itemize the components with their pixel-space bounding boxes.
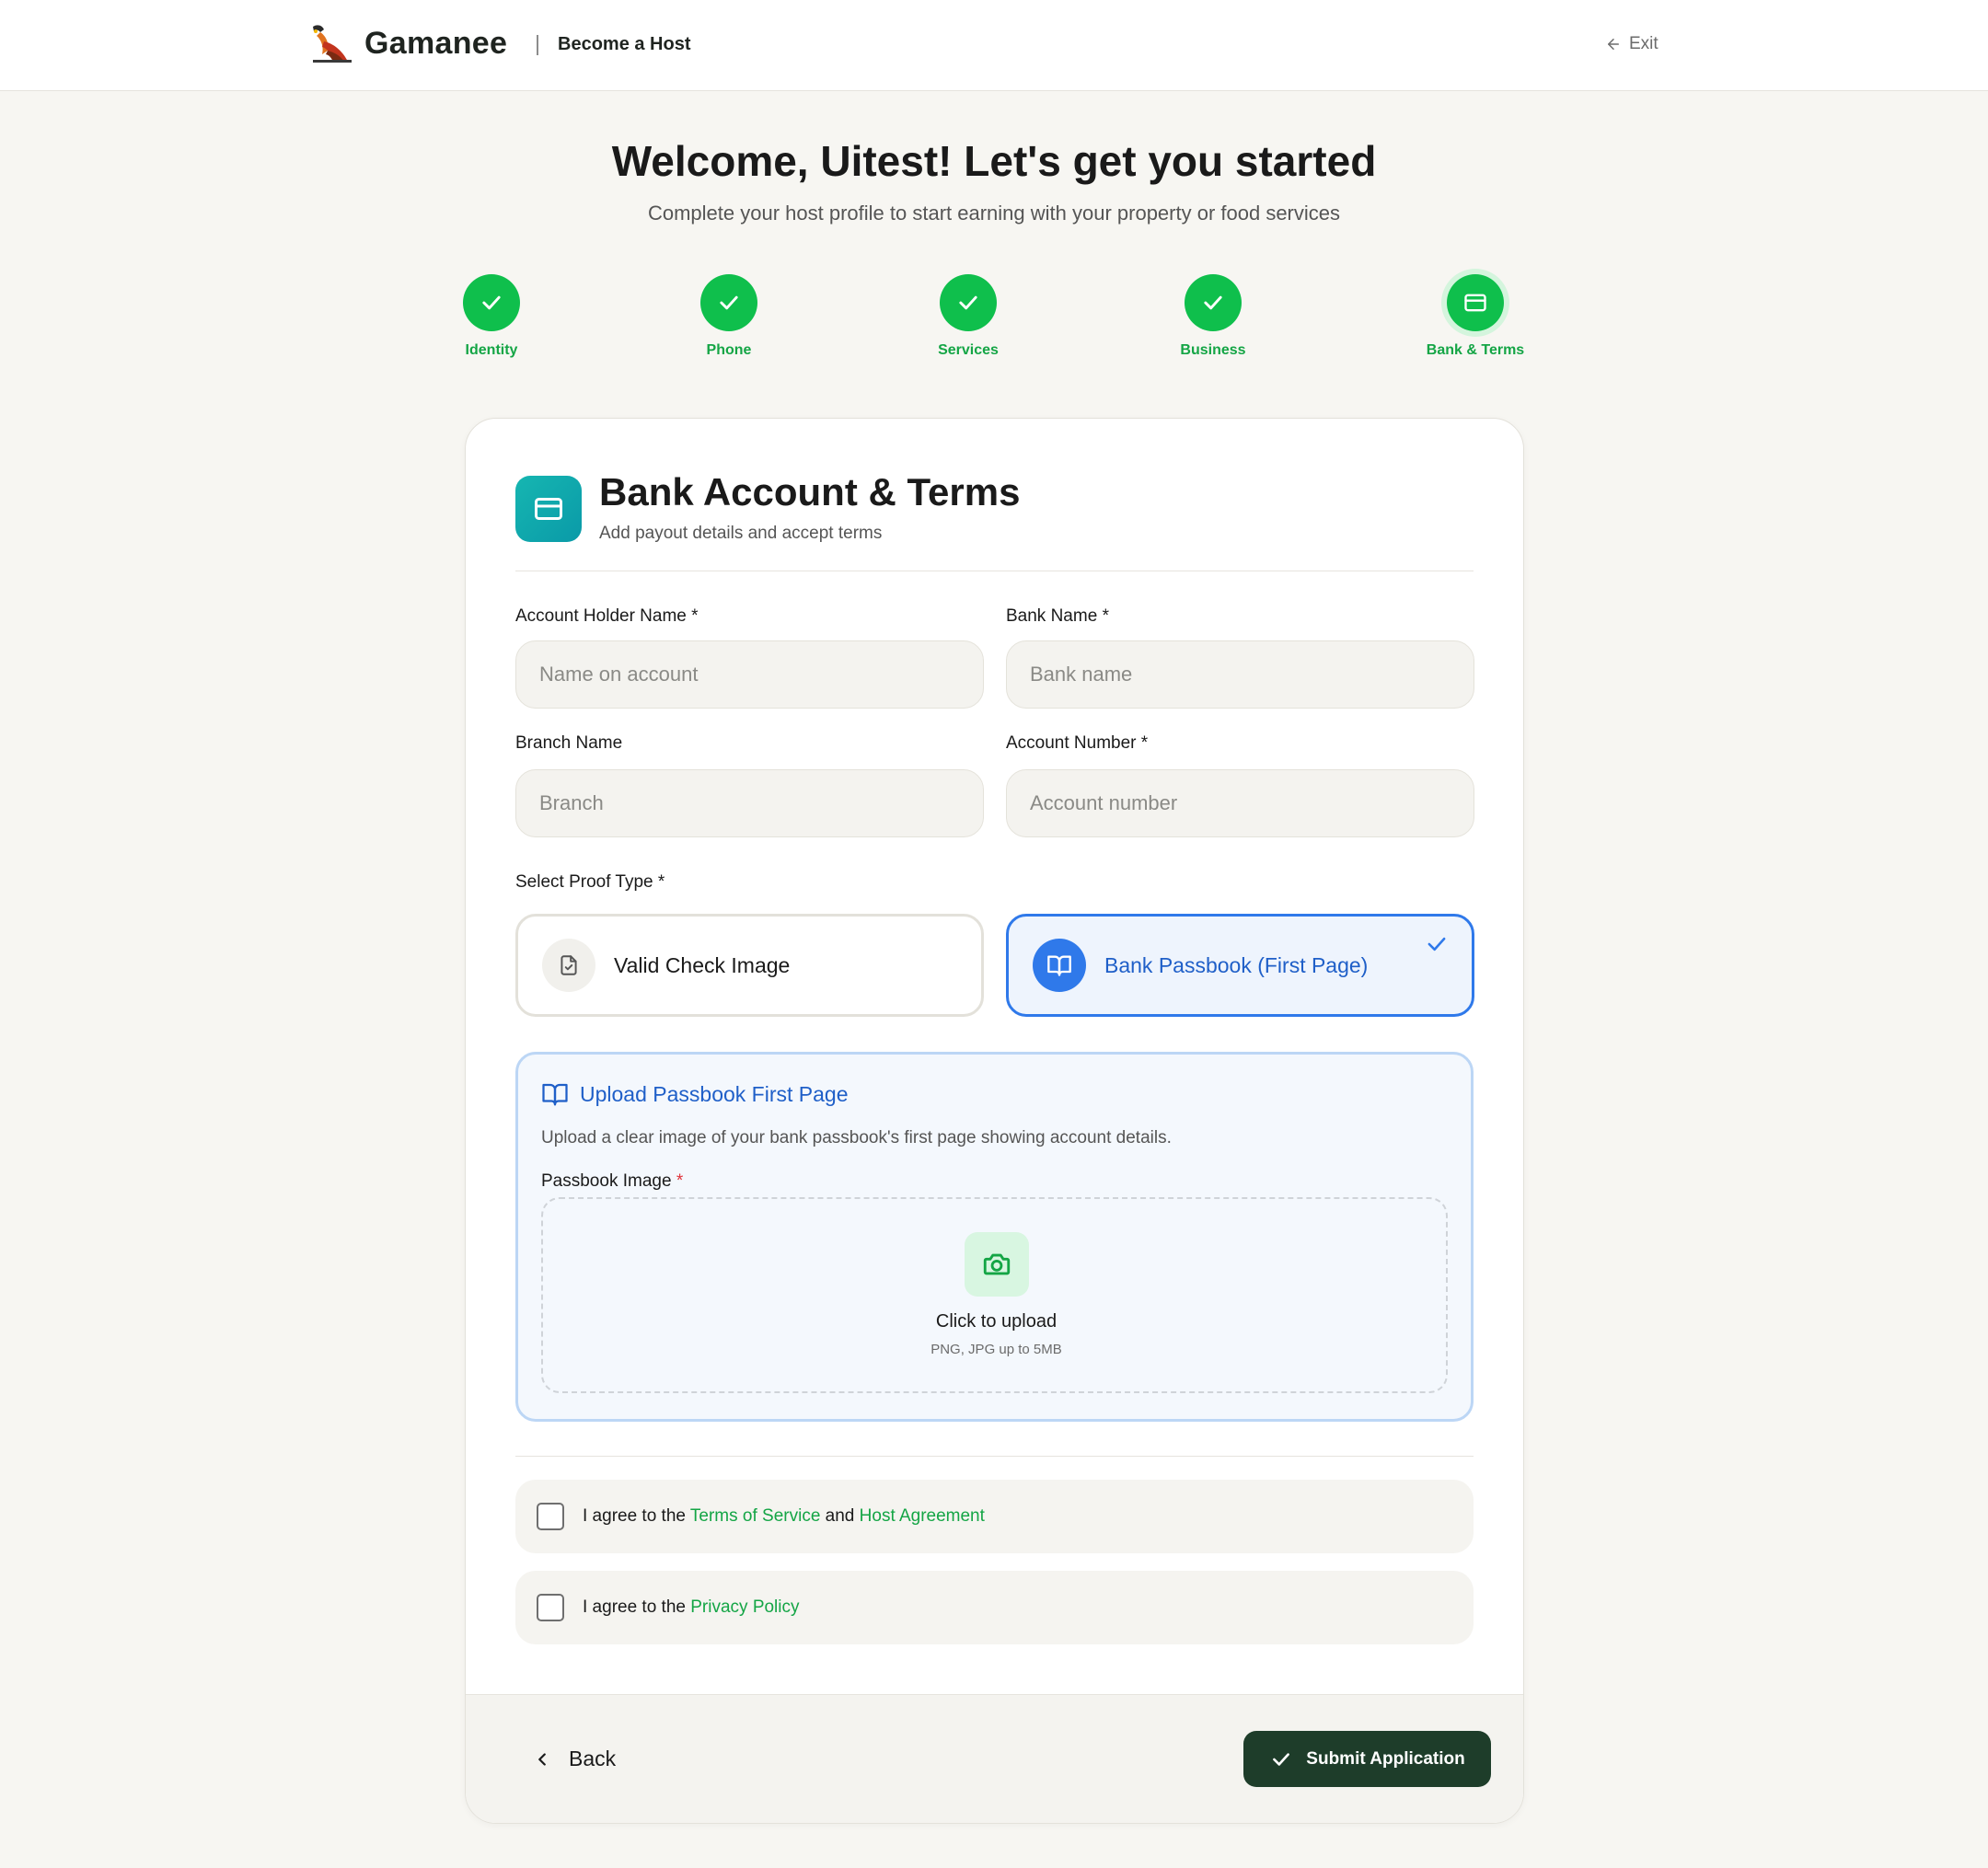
back-button[interactable]: Back: [532, 1747, 616, 1771]
check-icon: [1204, 295, 1222, 310]
exit-label: Exit: [1629, 34, 1659, 53]
check-icon: [1273, 1752, 1290, 1766]
terms-prefix: I agree to the: [583, 1506, 690, 1526]
proof-option-check-image[interactable]: Valid Check Image: [515, 914, 984, 1017]
card-subtitle: Add payout details and accept terms: [599, 524, 883, 543]
brand-separator: [537, 35, 538, 55]
account-holder-label-text: Account Holder Name: [515, 606, 687, 626]
page-title: Welcome, Uitest! Let's get you started: [611, 137, 1377, 185]
account-holder-label: Account Holder Name *: [515, 606, 699, 627]
proof-type-label: Select Proof Type *: [515, 872, 665, 893]
required-mark: *: [691, 606, 699, 626]
book-open-icon: [542, 1083, 568, 1106]
step-services[interactable]: Services: [876, 274, 1060, 359]
proof-option-label: Bank Passbook (First Page): [1104, 952, 1369, 977]
privacy-agreement-text: I agree to the Privacy Policy: [583, 1597, 800, 1618]
terms-of-service-link[interactable]: Terms of Service: [690, 1506, 820, 1526]
terms-middle: and: [820, 1506, 860, 1526]
privacy-prefix: I agree to the: [583, 1597, 691, 1617]
file-check-icon: [561, 955, 577, 975]
check-icon: [959, 295, 977, 310]
credit-card-icon: [535, 498, 562, 520]
camera-icon: [983, 1253, 1011, 1275]
branch-name-label: Branch Name: [515, 733, 622, 754]
book-open-icon: [1047, 955, 1071, 976]
branch-name-label-text: Branch Name: [515, 733, 623, 753]
terms-checkbox[interactable]: [537, 1503, 564, 1530]
step-label: Services: [938, 342, 999, 358]
terms-agreement-row[interactable]: I agree to the Terms of Service and Host…: [515, 1480, 1474, 1553]
passbook-upload-section: Upload Passbook First Page Upload a clea…: [515, 1052, 1474, 1422]
step-label: Bank & Terms: [1426, 342, 1525, 358]
host-agreement-link[interactable]: Host Agreement: [860, 1506, 985, 1526]
bank-name-label: Bank Name *: [1006, 606, 1109, 627]
branch-name-input[interactable]: [515, 769, 984, 837]
step-bank-terms[interactable]: Bank & Terms: [1383, 274, 1567, 359]
dropzone-subtitle: PNG, JPG up to 5MB: [930, 1342, 1062, 1357]
terms-agreement-text: I agree to the Terms of Service and Host…: [583, 1506, 985, 1527]
proof-type-label-text: Select Proof Type: [515, 872, 653, 892]
bank-terms-card: Bank Account & Terms Add payout details …: [465, 418, 1524, 1824]
account-number-input[interactable]: [1006, 769, 1474, 837]
top-bar: Gamanee Become a Host Exit: [0, 0, 1988, 91]
passbook-image-label-text: Passbook Image: [541, 1171, 672, 1191]
step-phone[interactable]: Phone: [637, 274, 821, 359]
step-circle: [463, 274, 520, 331]
proof-option-icon: [542, 939, 595, 992]
account-number-label: Account Number *: [1006, 733, 1148, 754]
step-circle: [1185, 274, 1242, 331]
required-mark: *: [1102, 606, 1109, 626]
submit-label: Submit Application: [1306, 1748, 1465, 1769]
proof-option-label: Valid Check Image: [614, 952, 791, 977]
chevron-left-icon: [538, 1752, 546, 1766]
brand-subtitle: Become a Host: [558, 34, 691, 54]
selected-check-icon: [1427, 937, 1446, 951]
proof-option-passbook[interactable]: Bank Passbook (First Page): [1006, 914, 1474, 1017]
upload-heading: Upload Passbook First Page: [541, 1080, 849, 1108]
brand-name: Gamanee: [364, 26, 508, 61]
exit-button[interactable]: Exit: [1605, 34, 1659, 54]
proof-option-icon: [1033, 939, 1086, 992]
bank-name-input[interactable]: [1006, 640, 1474, 709]
passbook-image-label: Passbook Image *: [541, 1171, 683, 1192]
card-footer: Back Submit Application: [466, 1694, 1523, 1823]
back-label: Back: [569, 1747, 617, 1770]
gamanee-logo-icon[interactable]: [307, 23, 353, 65]
account-number-label-text: Account Number: [1006, 733, 1137, 753]
dropzone-title: Click to upload: [935, 1311, 1058, 1332]
bank-name-label-text: Bank Name: [1006, 606, 1098, 626]
submit-application-button[interactable]: Submit Application: [1243, 1731, 1491, 1787]
required-mark: *: [676, 1171, 684, 1191]
step-business[interactable]: Business: [1121, 274, 1305, 359]
required-mark: *: [1140, 733, 1149, 753]
card-icon: [515, 476, 582, 542]
privacy-agreement-row[interactable]: I agree to the Privacy Policy: [515, 1571, 1474, 1644]
step-identity[interactable]: Identity: [399, 274, 584, 359]
check-icon: [482, 295, 501, 310]
agreements-divider: [515, 1456, 1474, 1457]
step-circle: [1447, 274, 1504, 331]
step-label: Business: [1180, 342, 1246, 358]
privacy-policy-link[interactable]: Privacy Policy: [690, 1597, 799, 1617]
credit-card-icon: [1464, 294, 1486, 312]
upload-description: Upload a clear image of your bank passbo…: [541, 1128, 1172, 1147]
account-holder-input[interactable]: [515, 640, 984, 709]
step-circle: [940, 274, 997, 331]
privacy-checkbox[interactable]: [537, 1594, 564, 1621]
page-subtitle: Complete your host profile to start earn…: [647, 202, 1341, 225]
step-circle: [700, 274, 757, 331]
check-icon: [720, 295, 738, 310]
upload-title: Upload Passbook First Page: [580, 1081, 849, 1106]
arrow-left-icon: [1608, 39, 1619, 50]
card-title: Bank Account & Terms: [599, 470, 1021, 513]
step-label: Phone: [706, 342, 752, 358]
dropzone-icon: [965, 1232, 1029, 1297]
required-mark: *: [657, 872, 665, 892]
step-label: Identity: [465, 342, 518, 358]
passbook-dropzone[interactable]: Click to upload PNG, JPG up to 5MB: [541, 1197, 1448, 1393]
